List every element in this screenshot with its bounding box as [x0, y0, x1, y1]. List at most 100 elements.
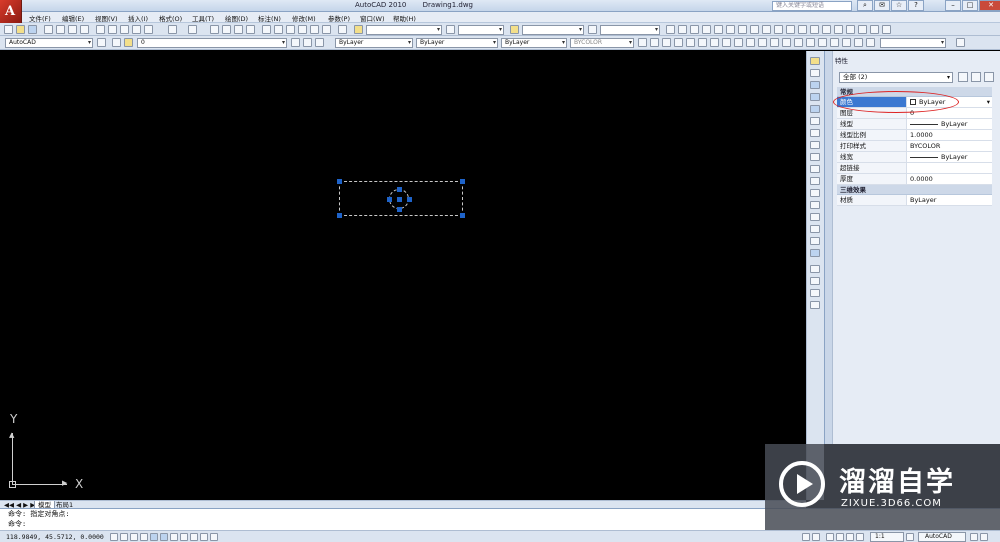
match-properties-icon[interactable]	[132, 25, 141, 34]
quick-properties-icon[interactable]	[200, 533, 208, 541]
scale-icon[interactable]	[810, 141, 820, 149]
rotate-icon[interactable]	[810, 129, 820, 137]
table-style-combo[interactable]	[522, 25, 584, 35]
snap-mode-icon[interactable]	[110, 533, 118, 541]
quick-view-layouts-icon[interactable]	[802, 533, 810, 541]
dim-linear-icon[interactable]	[638, 38, 647, 47]
property-row-hyperlink[interactable]: 超链接	[837, 163, 992, 174]
zoom-realtime-icon[interactable]	[222, 25, 231, 34]
section-3d-visualization[interactable]: 三维效果	[837, 185, 992, 195]
property-row-material[interactable]: 材质 ByLayer	[837, 195, 992, 206]
layer-combo[interactable]: 0	[137, 38, 287, 48]
redo-icon[interactable]	[188, 25, 197, 34]
dim-space-icon[interactable]	[770, 38, 779, 47]
cut-icon[interactable]	[96, 25, 105, 34]
ortho-mode-icon[interactable]	[130, 533, 138, 541]
draworder-above-icon[interactable]	[810, 289, 820, 297]
new-icon[interactable]	[4, 25, 13, 34]
menu-parametric[interactable]: 参数(P)	[328, 13, 350, 23]
menu-draw[interactable]: 绘图(D)	[225, 13, 248, 23]
insert-block-icon[interactable]	[798, 25, 807, 34]
grip-circle-right[interactable]	[407, 197, 412, 202]
search-icon[interactable]: ⌕	[857, 0, 873, 11]
multileader-style-combo[interactable]	[600, 25, 660, 35]
lineweight-combo[interactable]: ByLayer	[501, 38, 567, 48]
extend-icon[interactable]	[810, 177, 820, 185]
chamfer-icon[interactable]	[810, 225, 820, 233]
layer-isolate-icon[interactable]	[315, 38, 324, 47]
layer-previous-icon[interactable]	[303, 38, 312, 47]
tool-palettes-icon[interactable]	[286, 25, 295, 34]
annotation-visibility-icon[interactable]	[906, 533, 914, 541]
property-row-plot-style[interactable]: 打印样式 BYCOLOR	[837, 141, 992, 152]
mirror-icon[interactable]	[810, 81, 820, 89]
grid-display-icon[interactable]	[120, 533, 128, 541]
menu-view[interactable]: 视图(V)	[95, 13, 118, 23]
property-value[interactable]: BYCOLOR	[907, 141, 992, 151]
dim-radius-icon[interactable]	[686, 38, 695, 47]
circle-icon[interactable]	[738, 25, 747, 34]
revcloud-icon[interactable]	[750, 25, 759, 34]
quickcalc-icon[interactable]	[322, 25, 331, 34]
undo-icon[interactable]	[168, 25, 177, 34]
menu-tools[interactable]: 工具(T)	[192, 13, 214, 23]
grip-circle-left[interactable]	[387, 197, 392, 202]
menu-window[interactable]: 窗口(W)	[360, 13, 385, 23]
clean-screen-icon[interactable]	[980, 533, 988, 541]
draworder-front-icon[interactable]	[810, 265, 820, 273]
workspace-settings-icon[interactable]	[97, 38, 106, 47]
mtext-icon[interactable]	[882, 25, 891, 34]
property-row-lineweight[interactable]: 线宽 ByLayer	[837, 152, 992, 163]
dim-jogged-linear-icon[interactable]	[830, 38, 839, 47]
save-icon[interactable]	[28, 25, 37, 34]
dim-style-manager-icon[interactable]	[956, 38, 965, 47]
dim-ordinate-icon[interactable]	[674, 38, 683, 47]
palette-title-strip[interactable]	[825, 51, 833, 444]
menu-dimension[interactable]: 标注(N)	[258, 13, 281, 23]
dim-baseline-icon[interactable]	[746, 38, 755, 47]
dynamic-input-icon[interactable]	[180, 533, 188, 541]
application-menu-button[interactable]: A	[0, 0, 22, 24]
move-icon[interactable]	[810, 117, 820, 125]
text-style-combo[interactable]	[366, 25, 442, 35]
spline-icon[interactable]	[762, 25, 771, 34]
menu-modify[interactable]: 修改(M)	[292, 13, 316, 23]
join-icon[interactable]	[810, 213, 820, 221]
dim-text-edit-icon[interactable]	[854, 38, 863, 47]
make-block-icon[interactable]	[810, 25, 819, 34]
hatch-icon[interactable]	[834, 25, 843, 34]
array-icon[interactable]	[810, 105, 820, 113]
zoom-previous-icon[interactable]	[246, 25, 255, 34]
multileader-style-icon[interactable]	[588, 25, 597, 34]
communication-icon[interactable]: ✉	[874, 0, 890, 11]
explode-icon[interactable]	[810, 249, 820, 257]
show-lineweight-icon[interactable]	[190, 533, 198, 541]
ellipse-arc-icon[interactable]	[786, 25, 795, 34]
property-value[interactable]: ByLayer	[907, 152, 992, 162]
property-row-linetype[interactable]: 线型 ByLayer	[837, 119, 992, 130]
drawing-canvas[interactable]: ▲ ▶ Y X	[0, 51, 806, 500]
line-icon[interactable]	[666, 25, 675, 34]
layer-properties-icon[interactable]	[112, 38, 121, 47]
property-value[interactable]: 1.0000	[907, 130, 992, 140]
block-editor-icon[interactable]	[144, 25, 153, 34]
pan-icon[interactable]	[210, 25, 219, 34]
property-value[interactable]	[907, 163, 992, 173]
erase-icon[interactable]	[810, 57, 820, 65]
dim-update-icon[interactable]	[866, 38, 875, 47]
close-button[interactable]: ✕	[979, 0, 1000, 11]
help-icon[interactable]: ?	[908, 0, 924, 11]
chevron-down-icon[interactable]: ▾	[987, 97, 990, 107]
inspection-icon[interactable]	[818, 38, 827, 47]
properties-icon[interactable]	[262, 25, 271, 34]
grip-bottom-right[interactable]	[460, 213, 465, 218]
make-object-layer-current-icon[interactable]	[291, 38, 300, 47]
menu-insert[interactable]: 插入(I)	[128, 13, 148, 23]
zoom-window-icon[interactable]	[234, 25, 243, 34]
allow-dynamic-ucs-icon[interactable]	[170, 533, 178, 541]
plot-icon[interactable]	[44, 25, 53, 34]
help-search-input[interactable]: 键入关键字或短语	[772, 1, 852, 11]
grip-bottom-left[interactable]	[337, 213, 342, 218]
property-value[interactable]: ByLayer	[907, 195, 992, 205]
dim-style-combo[interactable]	[458, 25, 504, 35]
